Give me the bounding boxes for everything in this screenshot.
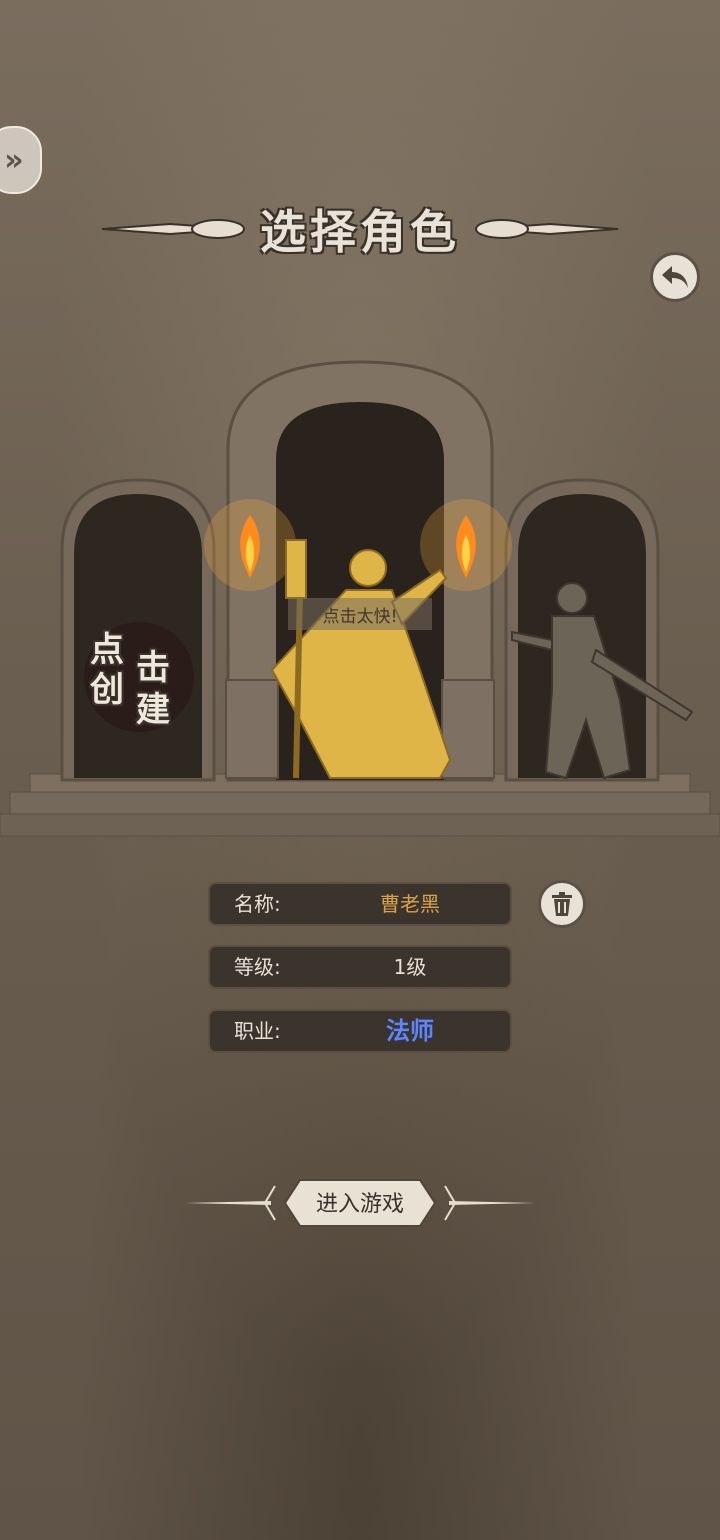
name-label: 名称: [234,892,281,916]
page-title: 选择角色 [260,205,460,259]
level-label: 等级: [234,955,281,979]
name-row: 名称: 曹老黑 [208,882,512,926]
class-value: 法师 [386,1017,434,1045]
level-row: 等级: 1级 [208,945,512,989]
back-arrow-icon [662,266,688,288]
class-label: 职业: [234,1019,281,1043]
enter-game-button[interactable]: 进入游戏 [288,1178,432,1226]
enter-game-area: 进入游戏 [185,1176,535,1230]
back-button[interactable] [650,252,700,302]
double-chevron-right-icon: » [4,142,24,178]
delete-character-button[interactable] [538,880,586,928]
side-menu-button[interactable]: » [0,126,42,194]
name-value: 曹老黑 [380,892,440,916]
trash-icon [552,892,572,916]
speech-bubble: 点击太快! [288,598,432,630]
title-banner: 选择角色 [100,196,620,262]
create-character-button[interactable]: 点 击 创 建 [78,612,208,742]
create-text-4: 建 [136,690,170,730]
level-value: 1级 [393,955,427,979]
create-text-3: 创 [90,670,124,710]
class-row: 职业: 法师 [208,1009,512,1053]
